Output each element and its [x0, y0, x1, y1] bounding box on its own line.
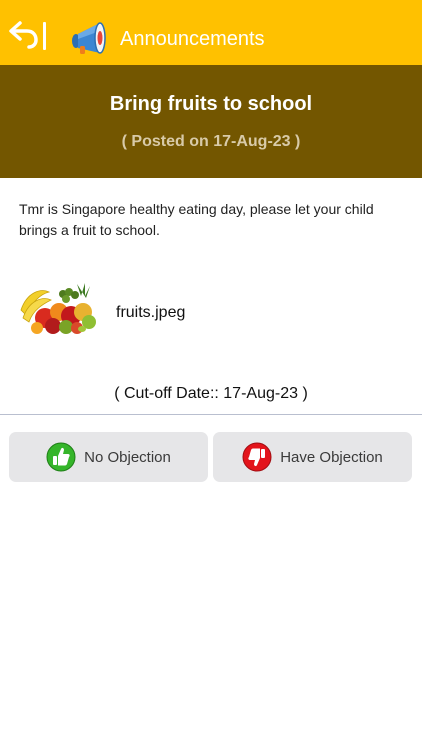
attachment-thumbnail[interactable] [19, 282, 97, 336]
have-objection-label: Have Objection [280, 448, 383, 466]
thumbs-down-icon [242, 442, 272, 472]
back-arrow-icon [9, 21, 38, 49]
cutoff-date: ( Cut-off Date:: 17-Aug-23 ) [114, 385, 308, 402]
header-title: Announcements [120, 28, 265, 50]
no-objection-button[interactable]: No Objection [9, 432, 208, 482]
fruits-image [20, 283, 96, 334]
megaphone-icon [70, 19, 110, 55]
header-separator [43, 22, 46, 50]
posted-date: ( Posted on 17-Aug-23 ) [121, 133, 301, 150]
divider [0, 414, 422, 415]
announcement-title: Bring fruits to school [109, 93, 313, 115]
back-button[interactable] [8, 20, 40, 50]
announcement-message: Tmr is Singapore healthy eating day, ple… [19, 201, 374, 238]
have-objection-button[interactable]: Have Objection [213, 432, 412, 482]
top-bar: Announcements [0, 0, 422, 65]
no-objection-label: No Objection [84, 448, 171, 466]
thumbs-up-icon [46, 442, 76, 472]
attachment-filename[interactable]: fruits.jpeg [116, 304, 185, 322]
announcement-banner: Bring fruits to school ( Posted on 17-Au… [0, 65, 422, 178]
